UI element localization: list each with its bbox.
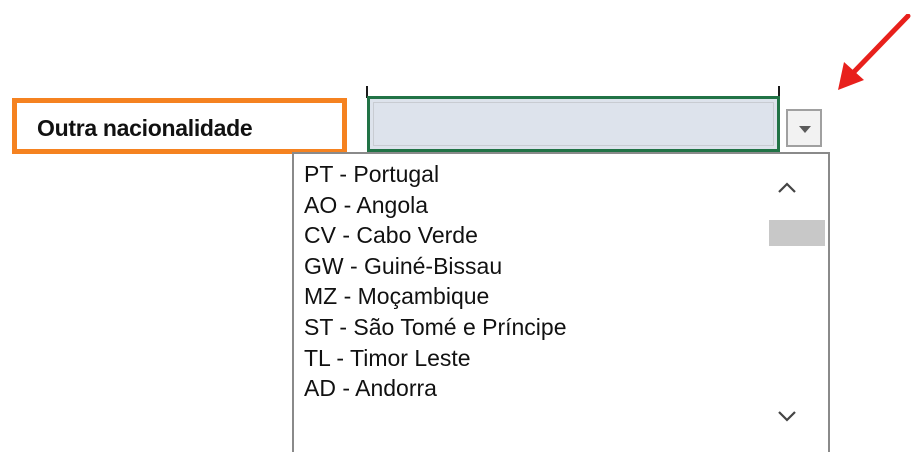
chevron-down-icon[interactable] bbox=[776, 405, 798, 427]
dropdown-button[interactable] bbox=[786, 109, 822, 147]
nationality-cell[interactable] bbox=[367, 96, 780, 152]
cell-value[interactable] bbox=[373, 102, 774, 146]
dropdown-option[interactable]: AO - Angola bbox=[304, 190, 567, 221]
field-label: Outra nacionalidade bbox=[37, 115, 253, 141]
dropdown-option[interactable]: GW - Guiné-Bissau bbox=[304, 251, 567, 282]
chevron-down-icon bbox=[799, 126, 811, 133]
scroll-thumb[interactable] bbox=[769, 220, 825, 246]
dropdown-option[interactable]: ST - São Tomé e Príncipe bbox=[304, 312, 567, 343]
dropdown-option[interactable]: CV - Cabo Verde bbox=[304, 220, 567, 251]
dropdown-option[interactable]: TL - Timor Leste bbox=[304, 343, 567, 374]
field-label-highlight: Outra nacionalidade bbox=[12, 98, 347, 154]
dropdown-option[interactable]: AD - Andorra bbox=[304, 373, 567, 404]
chevron-up-icon[interactable] bbox=[776, 177, 798, 199]
dropdown-option[interactable]: MZ - Moçambique bbox=[304, 281, 567, 312]
dropdown-list[interactable]: PT - Portugal AO - Angola CV - Cabo Verde G… bbox=[292, 152, 830, 452]
dropdown-option[interactable]: PT - Portugal bbox=[304, 159, 567, 190]
dropdown-options: PT - Portugal AO - Angola CV - Cabo Verde G… bbox=[304, 159, 567, 404]
scrollbar[interactable] bbox=[767, 154, 825, 452]
red-arrow-icon bbox=[838, 14, 911, 90]
